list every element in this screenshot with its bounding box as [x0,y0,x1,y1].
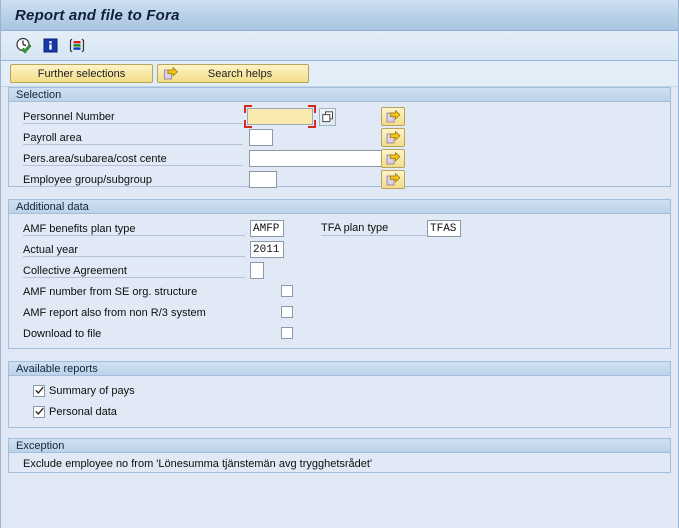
selection-button-strip: Further selections Search helps [1,61,678,87]
available-reports-header-label: Available reports [16,362,98,375]
field-row-exception-text: Exclude employee no from 'Lönesumma tjän… [9,456,670,472]
panel-gap-2 [1,349,678,361]
personnel-number-input[interactable] [247,108,313,125]
payroll-area-input[interactable] [249,129,273,146]
additional-data-panel-header: Additional data [9,199,670,214]
summary-of-pays-checkbox[interactable] [33,384,45,397]
application-toolbar [1,31,678,61]
selection-panel-body: Personnel Number Payroll area Pers.area/… [9,102,670,196]
amf-benefits-plan-type-input[interactable] [250,220,284,237]
pers-area-input[interactable] [249,150,389,167]
personal-data-label: Personal data [49,405,117,418]
personal-data-checkbox[interactable] [33,405,45,418]
selection-panel: Selection Personnel Number Payroll area … [8,87,671,189]
employee-group-label: Employee group/subgroup [23,173,153,186]
actual-year-label: Actual year [23,243,79,256]
search-helps-button[interactable]: Search helps [157,64,309,83]
amf-report-non-r3-label: AMF report also from non R/3 system [23,306,206,319]
personnel-number-label: Personnel Number [23,110,115,123]
field-row-collective-agreement: Collective Agreement [9,260,670,281]
amf-number-se-org-checkbox[interactable] [281,285,293,297]
additional-data-panel-body: AMF benefits plan type TFA plan type Act… [9,214,670,350]
report-row-summary-of-pays: Summary of pays [9,380,670,401]
amf-benefits-plan-type-label: AMF benefits plan type [23,222,136,235]
tfa-plan-type-label: TFA plan type [321,222,389,234]
field-row-actual-year: Actual year [9,239,670,260]
search-helps-label: Search helps [207,67,273,80]
summary-of-pays-label: Summary of pays [49,384,135,397]
further-selections-button[interactable]: Further selections [10,64,153,83]
download-to-file-checkbox[interactable] [281,327,293,339]
collective-agreement-label: Collective Agreement [23,264,127,277]
field-row-payroll-area: Payroll area [9,127,670,148]
field-row-amf-report-non-r3: AMF report also from non R/3 system [9,302,670,323]
exception-panel-header: Exception [9,438,670,453]
variant-list-icon[interactable] [68,37,86,55]
payroll-area-select-button[interactable] [381,128,405,147]
available-reports-panel-body: Summary of pays Personal data [9,376,670,428]
execute-clock-icon[interactable] [14,37,32,55]
additional-data-header-label: Additional data [16,200,89,213]
employee-group-input[interactable] [249,171,277,188]
exception-panel-body: Exclude employee no from 'Lönesumma tjän… [9,453,670,472]
employee-group-select-button[interactable] [381,170,405,189]
info-icon[interactable] [41,37,59,55]
pers-area-select-button[interactable] [381,149,405,168]
page-title: Report and file to Fora [15,6,180,24]
collective-agreement-input[interactable] [250,262,264,279]
actual-year-input[interactable] [250,241,284,258]
sap-selection-screen: Report and file to Fora Further selectio… [0,0,679,528]
available-reports-panel-header: Available reports [9,361,670,376]
yellow-arrow-icon [164,66,178,80]
panel-gap-3 [1,428,678,438]
field-row-download-to-file: Download to file [9,323,670,344]
amf-report-non-r3-checkbox[interactable] [281,306,293,318]
pers-area-label: Pers.area/subarea/cost cente [23,152,167,165]
available-reports-panel: Available reports Summary of pays Person… [8,361,671,428]
additional-data-panel: Additional data AMF benefits plan type T… [8,199,671,349]
personnel-number-matchcode-button[interactable] [319,108,336,126]
exception-panel: Exception Exclude employee no from 'Löne… [8,438,671,473]
selection-header-label: Selection [16,88,62,101]
field-row-amf-number-se-org: AMF number from SE org. structure [9,281,670,302]
personnel-number-focus-frame [244,105,316,128]
exception-header-label: Exception [16,439,65,452]
download-to-file-label: Download to file [23,327,102,340]
further-selections-label: Further selections [37,67,126,80]
selection-panel-header: Selection [9,87,670,102]
field-row-amf-benefits-plan-type: AMF benefits plan type TFA plan type [9,218,670,239]
personnel-number-select-button[interactable] [381,107,405,126]
amf-number-se-org-label: AMF number from SE org. structure [23,285,198,298]
payroll-area-label: Payroll area [23,131,82,144]
tfa-plan-type-input[interactable] [427,220,461,237]
field-row-personnel-number: Personnel Number [9,105,670,128]
field-row-pers-area: Pers.area/subarea/cost cente [9,148,670,169]
exception-text-label: Exclude employee no from 'Lönesumma tjän… [23,458,373,470]
field-row-employee-group: Employee group/subgroup [9,169,670,190]
report-row-personal-data: Personal data [9,401,670,422]
window-title-bar: Report and file to Fora [1,0,678,31]
